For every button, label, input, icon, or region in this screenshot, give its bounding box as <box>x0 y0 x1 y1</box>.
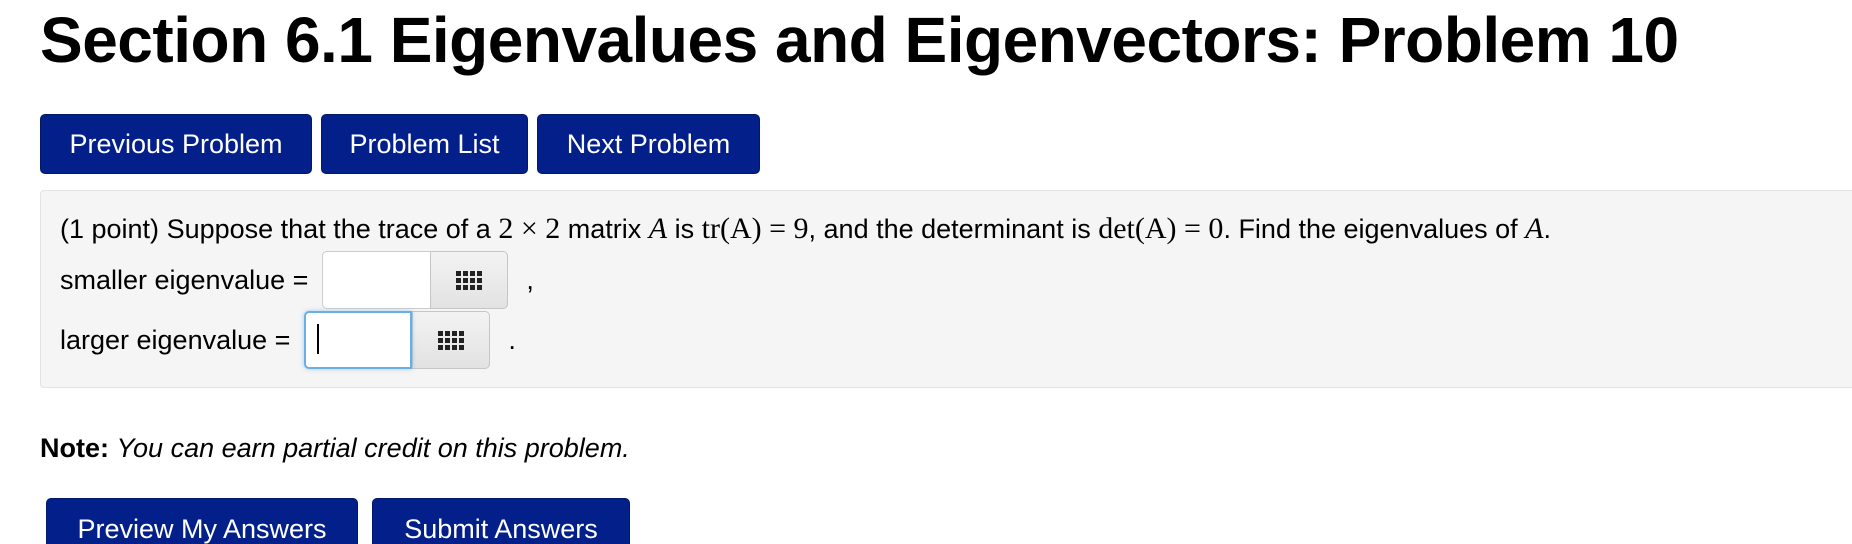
math-matrix-a: A <box>648 212 668 245</box>
math-trace: tr(A) = 9 <box>701 212 809 245</box>
larger-eigenvalue-label: larger eigenvalue = <box>60 324 291 355</box>
answer-row-smaller: smaller eigenvalue = , <box>60 251 534 309</box>
math-matrix-size: 2 × 2 <box>498 212 561 245</box>
answer-actions: Preview My Answers Submit Answers <box>46 498 630 544</box>
note-label: Note: <box>40 433 109 463</box>
problem-text-3: is <box>674 214 695 244</box>
problem-text-2: matrix <box>567 214 642 244</box>
problem-statement: (1 point) Suppose that the trace of a 2 … <box>60 209 1551 249</box>
preview-answers-button[interactable]: Preview My Answers <box>46 498 358 544</box>
note-text: You can earn partial credit on this prob… <box>116 433 630 463</box>
grid-icon <box>456 270 483 290</box>
problem-text-1: Suppose that the trace of a <box>166 214 491 244</box>
smaller-eigenvalue-label: smaller eigenvalue = <box>60 264 309 295</box>
page: Section 6.1 Eigenvalues and Eigenvectors… <box>0 0 1852 544</box>
problem-panel: (1 point) Suppose that the trace of a 2 … <box>40 190 1852 388</box>
math-determinant: det(A) = 0 <box>1098 212 1224 245</box>
math-matrix-a-2: A <box>1525 212 1544 245</box>
partial-credit-note: Note: You can earn partial credit on thi… <box>40 433 630 464</box>
previous-problem-button[interactable]: Previous Problem <box>40 114 312 174</box>
answer-row-larger: larger eigenvalue = . <box>60 311 516 369</box>
answer-group-smaller <box>322 251 509 309</box>
text-caret <box>317 324 320 354</box>
answer-terminator: . <box>508 324 516 355</box>
problem-text-4: , and the determinant is <box>808 214 1091 244</box>
submit-answers-button[interactable]: Submit Answers <box>372 498 630 544</box>
grid-icon <box>438 330 465 350</box>
answer-separator: , <box>526 264 534 295</box>
problem-points: (1 point) <box>60 214 160 244</box>
problem-list-button[interactable]: Problem List <box>321 114 528 174</box>
problem-text-5: . Find the eigenvalues of <box>1223 214 1518 244</box>
problem-navigation: Previous Problem Problem List Next Probl… <box>40 114 760 174</box>
answer-group-larger <box>304 311 491 369</box>
equation-palette-button[interactable] <box>412 311 491 369</box>
larger-eigenvalue-input[interactable] <box>304 311 413 369</box>
problem-text-6: . <box>1543 214 1551 244</box>
next-problem-button[interactable]: Next Problem <box>537 114 760 174</box>
smaller-eigenvalue-input[interactable] <box>322 251 431 309</box>
equation-palette-button[interactable] <box>430 251 509 309</box>
page-title: Section 6.1 Eigenvalues and Eigenvectors… <box>40 4 1679 76</box>
